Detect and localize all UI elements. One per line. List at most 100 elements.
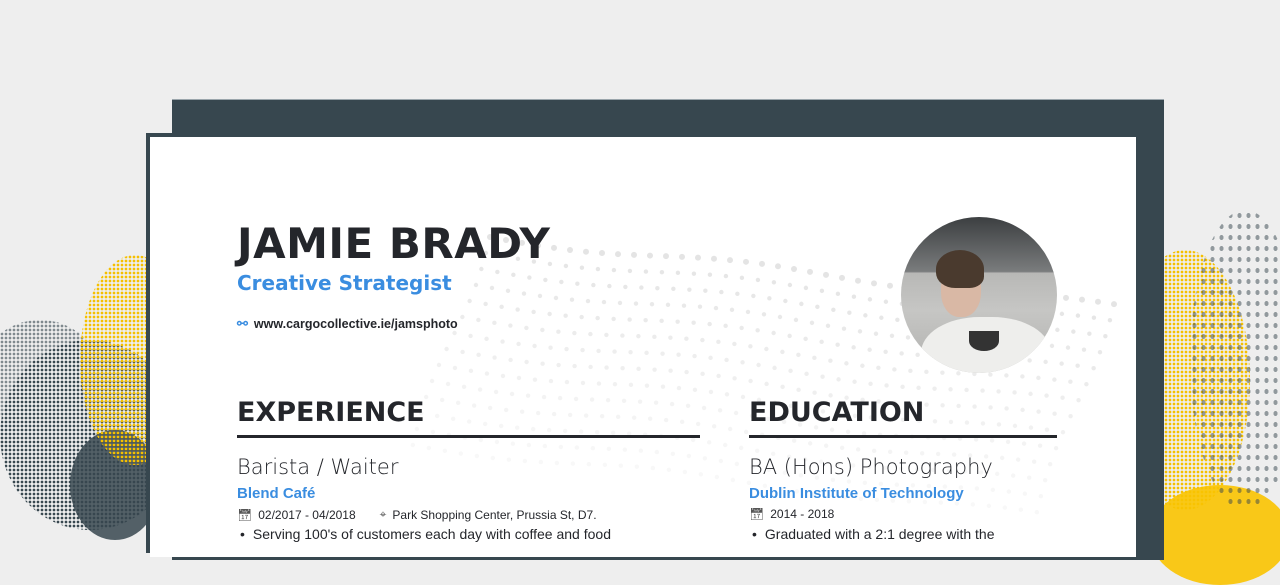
wave-dot (650, 465, 656, 471)
wave-dot (807, 268, 813, 275)
wave-dot (1002, 505, 1008, 510)
wave-dot (505, 288, 511, 294)
wave-dot (748, 344, 753, 349)
wave-dot (605, 397, 611, 403)
wave-dot (972, 404, 977, 409)
wave-dot (653, 400, 659, 405)
wave-dot (932, 419, 938, 424)
wave-dot (617, 300, 623, 306)
wave-dot (564, 379, 570, 385)
wave-dot (863, 313, 868, 318)
experience-meta: 📅︎ 02/2017 - 04/2018 ⌖ Park Shopping Cen… (237, 507, 597, 522)
wave-dot (996, 422, 1002, 427)
wave-dot (579, 314, 584, 320)
wave-dot (879, 315, 884, 320)
wave-dot (569, 297, 575, 302)
wave-dot (771, 330, 776, 336)
wave-dot (841, 326, 847, 331)
website-url[interactable]: www.cargocollective.ie/jamsphoto (254, 317, 458, 331)
experience-location: ⌖ Park Shopping Center, Prussia St, D7. (380, 507, 597, 522)
wave-dot (430, 429, 436, 435)
experience-location-text: Park Shopping Center, Prussia St, D7. (392, 507, 597, 522)
wave-dot (754, 448, 760, 454)
wave-dot (599, 250, 605, 257)
wave-dot (1042, 477, 1048, 483)
wave-dot (846, 479, 852, 484)
wave-dot (835, 291, 841, 297)
wave-dot (1031, 459, 1037, 464)
wave-dot (547, 311, 552, 317)
wave-dot (724, 392, 730, 397)
wave-dot (743, 429, 749, 435)
wave-dot (1091, 315, 1097, 320)
wave-dot (867, 347, 872, 352)
wave-dot (563, 263, 569, 269)
website-link[interactable]: ⚯ www.cargocollective.ie/jamsphoto (237, 316, 458, 332)
wave-dot (1060, 429, 1066, 435)
wave-dot (1097, 349, 1103, 355)
wave-dot (607, 283, 612, 289)
wave-dot (458, 451, 464, 456)
wave-dot (514, 425, 520, 430)
wave-dot (615, 251, 621, 258)
wave-dot (594, 429, 600, 435)
wave-dot (793, 317, 799, 323)
wave-dot (745, 309, 751, 315)
wave-dot (647, 252, 653, 259)
wave-dot (548, 345, 553, 350)
wave-dot (508, 323, 513, 328)
wave-dot (636, 366, 641, 372)
wave-dot (759, 260, 765, 267)
wave-dot (652, 367, 657, 372)
wave-dot (692, 353, 697, 359)
wave-dot (1022, 491, 1028, 496)
wave-dot (916, 385, 921, 391)
wave-dot (700, 371, 705, 377)
wave-dot (1063, 294, 1069, 301)
experience-divider (237, 435, 700, 438)
wave-dot (788, 368, 793, 374)
wave-dot (553, 295, 559, 301)
wave-dot (1071, 329, 1076, 334)
wave-dot (735, 291, 740, 297)
wave-dot (543, 277, 548, 283)
wave-dot (588, 331, 593, 337)
wave-dot (599, 413, 605, 419)
wave-dot (622, 447, 628, 452)
wave-dot (716, 339, 721, 345)
wave-dot (468, 333, 473, 339)
wave-dot (484, 336, 489, 342)
wave-dot (666, 467, 672, 473)
wave-dot (531, 309, 536, 315)
wave-dot (580, 347, 585, 353)
wave-dot (679, 253, 685, 260)
wave-dot (606, 446, 612, 452)
wave-dot (540, 361, 545, 366)
wave-dot (787, 333, 792, 339)
wave-dot (948, 419, 954, 425)
wave-dot (1079, 296, 1085, 303)
wave-dot (884, 383, 889, 388)
wave-dot (852, 379, 857, 384)
wave-dot (1015, 457, 1021, 462)
wave-dot (1018, 507, 1024, 512)
wave-dot (558, 444, 564, 450)
wave-dot (575, 281, 580, 286)
wave-dot (740, 394, 746, 400)
wave-dot (494, 439, 500, 445)
wave-dot (567, 412, 573, 418)
wave-dot (649, 301, 655, 307)
wave-dot (647, 416, 653, 421)
wave-dot (567, 246, 573, 253)
wave-dot (799, 301, 804, 307)
wave-dot (727, 426, 733, 432)
wave-dot (1052, 411, 1057, 416)
wave-dot (559, 279, 564, 285)
wave-dot (970, 502, 976, 507)
wave-dot (535, 410, 541, 416)
wave-dot (615, 414, 621, 420)
wave-dot (444, 346, 449, 352)
wave-dot (489, 285, 495, 291)
wave-dot (676, 385, 682, 391)
wave-dot (450, 416, 456, 422)
